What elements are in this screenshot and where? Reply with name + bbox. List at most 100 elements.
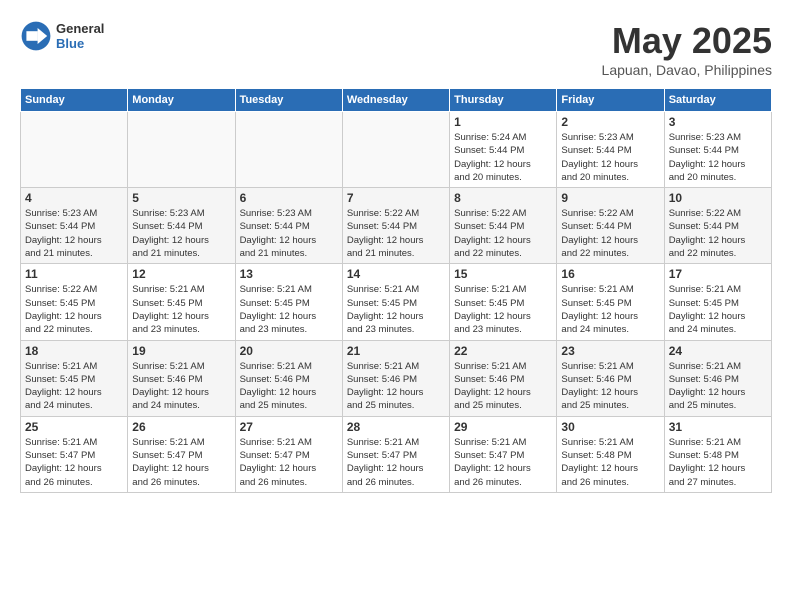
day-number: 19: [132, 344, 230, 358]
day-number: 1: [454, 115, 552, 129]
day-info: Sunrise: 5:21 AM Sunset: 5:48 PM Dayligh…: [561, 436, 659, 489]
calendar-cell: 14Sunrise: 5:21 AM Sunset: 5:45 PM Dayli…: [342, 264, 449, 340]
day-number: 31: [669, 420, 767, 434]
day-number: 25: [25, 420, 123, 434]
calendar-cell: 3 Sunrise: 5:23 AM Sunset: 5:44 PM Daylig…: [664, 112, 771, 188]
day-info: Sunrise: 5:21 AM Sunset: 5:46 PM Dayligh…: [347, 360, 445, 413]
location: Lapuan, Davao, Philippines: [602, 62, 772, 78]
day-info: Sunrise: 5:21 AM Sunset: 5:45 PM Dayligh…: [561, 283, 659, 336]
day-number: 9: [561, 191, 659, 205]
calendar-cell: 20 Sunrise: 5:21 AM Sunset: 5:46 PM Dayli…: [235, 340, 342, 416]
calendar-cell: 30 Sunrise: 5:21 AM Sunset: 5:48 PM Dayli…: [557, 416, 664, 492]
weekday-header: Saturday: [664, 89, 771, 112]
calendar-cell: [21, 112, 128, 188]
calendar-week-row: 18Sunrise: 5:21 AM Sunset: 5:45 PM Dayli…: [21, 340, 772, 416]
calendar-cell: 31 Sunrise: 5:21 AM Sunset: 5:48 PM Dayli…: [664, 416, 771, 492]
calendar-week-row: 11 Sunrise: 5:22 AM Sunset: 5:45 PM Dayli…: [21, 264, 772, 340]
day-info: Sunrise: 5:22 AM Sunset: 5:44 PM Dayligh…: [454, 207, 552, 260]
day-number: 27: [240, 420, 338, 434]
calendar-week-row: 1 Sunrise: 5:24 AM Sunset: 5:44 PM Daylig…: [21, 112, 772, 188]
day-number: 11: [25, 267, 123, 281]
calendar-cell: 29 Sunrise: 5:21 AM Sunset: 5:47 PM Dayli…: [450, 416, 557, 492]
day-info: Sunrise: 5:23 AM Sunset: 5:44 PM Dayligh…: [669, 131, 767, 184]
calendar-cell: 7 Sunrise: 5:22 AM Sunset: 5:44 PM Daylig…: [342, 188, 449, 264]
calendar-cell: 27Sunrise: 5:21 AM Sunset: 5:47 PM Dayli…: [235, 416, 342, 492]
logo-general: General: [56, 21, 104, 36]
day-info: Sunrise: 5:21 AM Sunset: 5:45 PM Dayligh…: [454, 283, 552, 336]
logo-blue: Blue: [56, 36, 104, 51]
day-number: 23: [561, 344, 659, 358]
logo: General Blue: [20, 20, 104, 52]
day-info: Sunrise: 5:21 AM Sunset: 5:46 PM Dayligh…: [132, 360, 230, 413]
day-number: 10: [669, 191, 767, 205]
weekday-header-row: SundayMondayTuesdayWednesdayThursdayFrid…: [21, 89, 772, 112]
day-number: 13: [240, 267, 338, 281]
calendar-cell: 4 Sunrise: 5:23 AM Sunset: 5:44 PM Daylig…: [21, 188, 128, 264]
calendar-cell: 15Sunrise: 5:21 AM Sunset: 5:45 PM Dayli…: [450, 264, 557, 340]
calendar-cell: 19 Sunrise: 5:21 AM Sunset: 5:46 PM Dayli…: [128, 340, 235, 416]
day-info: Sunrise: 5:22 AM Sunset: 5:44 PM Dayligh…: [669, 207, 767, 260]
day-info: Sunrise: 5:23 AM Sunset: 5:44 PM Dayligh…: [132, 207, 230, 260]
calendar-cell: 1 Sunrise: 5:24 AM Sunset: 5:44 PM Daylig…: [450, 112, 557, 188]
day-number: 29: [454, 420, 552, 434]
calendar-cell: 17Sunrise: 5:21 AM Sunset: 5:45 PM Dayli…: [664, 264, 771, 340]
calendar-cell: 18Sunrise: 5:21 AM Sunset: 5:45 PM Dayli…: [21, 340, 128, 416]
day-number: 30: [561, 420, 659, 434]
logo-icon: [20, 20, 52, 52]
weekday-header: Monday: [128, 89, 235, 112]
calendar-cell: [235, 112, 342, 188]
day-info: Sunrise: 5:23 AM Sunset: 5:44 PM Dayligh…: [25, 207, 123, 260]
calendar-cell: 21 Sunrise: 5:21 AM Sunset: 5:46 PM Dayli…: [342, 340, 449, 416]
calendar-cell: 12Sunrise: 5:21 AM Sunset: 5:45 PM Dayli…: [128, 264, 235, 340]
calendar: SundayMondayTuesdayWednesdayThursdayFrid…: [20, 88, 772, 493]
calendar-cell: 9 Sunrise: 5:22 AM Sunset: 5:44 PM Daylig…: [557, 188, 664, 264]
day-info: Sunrise: 5:21 AM Sunset: 5:46 PM Dayligh…: [240, 360, 338, 413]
weekday-header: Wednesday: [342, 89, 449, 112]
day-number: 14: [347, 267, 445, 281]
day-info: Sunrise: 5:23 AM Sunset: 5:44 PM Dayligh…: [561, 131, 659, 184]
calendar-cell: 5 Sunrise: 5:23 AM Sunset: 5:44 PM Daylig…: [128, 188, 235, 264]
day-number: 24: [669, 344, 767, 358]
weekday-header: Friday: [557, 89, 664, 112]
day-info: Sunrise: 5:21 AM Sunset: 5:45 PM Dayligh…: [669, 283, 767, 336]
day-number: 8: [454, 191, 552, 205]
calendar-cell: 23 Sunrise: 5:21 AM Sunset: 5:46 PM Dayli…: [557, 340, 664, 416]
day-number: 20: [240, 344, 338, 358]
calendar-cell: 26 Sunrise: 5:21 AM Sunset: 5:47 PM Dayli…: [128, 416, 235, 492]
calendar-cell: 22Sunrise: 5:21 AM Sunset: 5:46 PM Dayli…: [450, 340, 557, 416]
page-header: General Blue May 2025 Lapuan, Davao, Phi…: [20, 20, 772, 78]
day-number: 2: [561, 115, 659, 129]
day-number: 21: [347, 344, 445, 358]
day-info: Sunrise: 5:21 AM Sunset: 5:48 PM Dayligh…: [669, 436, 767, 489]
title-area: May 2025 Lapuan, Davao, Philippines: [602, 20, 772, 78]
weekday-header: Tuesday: [235, 89, 342, 112]
day-info: Sunrise: 5:22 AM Sunset: 5:45 PM Dayligh…: [25, 283, 123, 336]
day-number: 4: [25, 191, 123, 205]
day-number: 12: [132, 267, 230, 281]
day-info: Sunrise: 5:21 AM Sunset: 5:46 PM Dayligh…: [561, 360, 659, 413]
day-info: Sunrise: 5:22 AM Sunset: 5:44 PM Dayligh…: [561, 207, 659, 260]
day-info: Sunrise: 5:21 AM Sunset: 5:47 PM Dayligh…: [25, 436, 123, 489]
day-info: Sunrise: 5:21 AM Sunset: 5:47 PM Dayligh…: [454, 436, 552, 489]
calendar-cell: 2 Sunrise: 5:23 AM Sunset: 5:44 PM Daylig…: [557, 112, 664, 188]
calendar-week-row: 4 Sunrise: 5:23 AM Sunset: 5:44 PM Daylig…: [21, 188, 772, 264]
day-number: 7: [347, 191, 445, 205]
calendar-cell: 28Sunrise: 5:21 AM Sunset: 5:47 PM Dayli…: [342, 416, 449, 492]
day-info: Sunrise: 5:21 AM Sunset: 5:46 PM Dayligh…: [669, 360, 767, 413]
day-info: Sunrise: 5:22 AM Sunset: 5:44 PM Dayligh…: [347, 207, 445, 260]
day-info: Sunrise: 5:21 AM Sunset: 5:46 PM Dayligh…: [454, 360, 552, 413]
calendar-cell: 25 Sunrise: 5:21 AM Sunset: 5:47 PM Dayli…: [21, 416, 128, 492]
calendar-cell: 13Sunrise: 5:21 AM Sunset: 5:45 PM Dayli…: [235, 264, 342, 340]
day-info: Sunrise: 5:23 AM Sunset: 5:44 PM Dayligh…: [240, 207, 338, 260]
weekday-header: Thursday: [450, 89, 557, 112]
calendar-cell: 10 Sunrise: 5:22 AM Sunset: 5:44 PM Dayli…: [664, 188, 771, 264]
day-number: 26: [132, 420, 230, 434]
month-title: May 2025: [602, 20, 772, 62]
day-info: Sunrise: 5:21 AM Sunset: 5:47 PM Dayligh…: [132, 436, 230, 489]
day-number: 5: [132, 191, 230, 205]
calendar-cell: 8 Sunrise: 5:22 AM Sunset: 5:44 PM Daylig…: [450, 188, 557, 264]
day-number: 16: [561, 267, 659, 281]
day-number: 3: [669, 115, 767, 129]
day-info: Sunrise: 5:24 AM Sunset: 5:44 PM Dayligh…: [454, 131, 552, 184]
calendar-week-row: 25 Sunrise: 5:21 AM Sunset: 5:47 PM Dayli…: [21, 416, 772, 492]
